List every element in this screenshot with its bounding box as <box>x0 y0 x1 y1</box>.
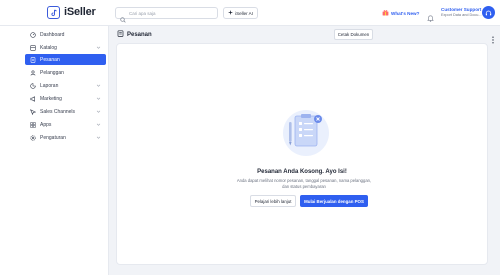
report-icon <box>30 82 38 89</box>
headset-icon <box>485 4 492 22</box>
avatar[interactable] <box>482 6 495 19</box>
chevron-down-icon <box>96 109 101 116</box>
sidebar: Dashboard Katalog Pesanan Pelanggan Lapo… <box>0 26 109 275</box>
page-title: Pesanan <box>117 30 152 39</box>
empty-orders-illustration-icon <box>283 108 329 163</box>
whats-new-label: What's New? <box>391 10 420 16</box>
sidebar-item-pesanan[interactable]: Pesanan <box>25 54 106 65</box>
sidebar-item-label: Pengaturan <box>40 134 66 141</box>
top-bar: iSeller iSeller AI What's New? Customer … <box>0 0 500 26</box>
brand-name: iSeller <box>64 6 96 18</box>
sidebar-item-dashboard[interactable]: Dashboard <box>25 29 106 40</box>
sidebar-item-label: Apps <box>40 121 52 128</box>
start-selling-pos-button[interactable]: Mulai Berjualan dengan POS <box>300 195 368 207</box>
gift-icon <box>382 9 389 17</box>
chevron-down-icon <box>96 83 101 90</box>
sidebar-item-apps[interactable]: Apps <box>25 119 106 130</box>
home-icon <box>30 31 38 38</box>
sidebar-item-pengaturan[interactable]: Pengaturan <box>25 132 106 143</box>
page-title-text: Pesanan <box>127 31 152 38</box>
sidebar-item-katalog[interactable]: Katalog <box>25 42 106 53</box>
print-documents-button[interactable]: Cetak Dokumen <box>334 29 373 40</box>
sidebar-item-label: Sales Channels <box>40 108 76 115</box>
chevron-down-icon <box>96 45 101 52</box>
search-box[interactable] <box>115 7 218 23</box>
learn-more-button[interactable]: Pelajari lebih lanjut <box>250 195 296 207</box>
sidebar-item-label: Dashboard <box>40 31 65 38</box>
catalog-icon <box>30 44 38 51</box>
settings-icon <box>30 134 38 141</box>
sidebar-item-label: Laporan <box>40 82 59 89</box>
sidebar-item-label: Katalog <box>40 44 57 51</box>
customer-support[interactable]: Customer Support Export Data and Docu... <box>441 7 482 18</box>
iseller-logo-icon[interactable] <box>47 6 60 19</box>
sidebar-item-laporan[interactable]: Laporan <box>25 80 106 91</box>
orders-icon <box>30 56 38 63</box>
iseller-ai-label: iSeller AI <box>235 10 253 16</box>
page-header: Pesanan <box>109 26 500 43</box>
empty-state-title: Pesanan Anda Kosong. Ayo Isi! <box>257 169 347 175</box>
sidebar-item-label: Pelanggan <box>40 69 64 76</box>
sidebar-item-pelanggan[interactable]: Pelanggan <box>25 67 106 78</box>
iseller-ai-button[interactable]: iSeller AI <box>223 7 258 19</box>
sidebar-item-sales-channels[interactable]: Sales Channels <box>25 106 106 117</box>
sparkle-icon <box>228 10 234 16</box>
orders-empty-card: Pesanan Anda Kosong. Ayo Isi! Anda dapat… <box>116 43 488 265</box>
chevron-down-icon <box>96 135 101 142</box>
channels-icon <box>30 108 38 115</box>
sidebar-item-label: Pesanan <box>40 56 60 63</box>
bell-icon[interactable] <box>427 9 434 27</box>
marketing-icon <box>30 95 38 102</box>
sidebar-item-marketing[interactable]: Marketing <box>25 93 106 104</box>
search-input[interactable] <box>129 8 215 18</box>
support-subtitle: Export Data and Docu... <box>441 13 482 17</box>
orders-icon <box>117 30 124 39</box>
more-options-icon[interactable] <box>491 31 495 49</box>
customers-icon <box>30 69 38 76</box>
apps-icon <box>30 121 38 128</box>
chevron-down-icon <box>96 122 101 129</box>
chevron-down-icon <box>96 96 101 103</box>
sidebar-item-label: Marketing <box>40 95 62 102</box>
whats-new-link[interactable]: What's New? <box>382 9 419 17</box>
empty-state-description: Anda dapat melihat nomor pesanan, tangga… <box>236 178 372 189</box>
